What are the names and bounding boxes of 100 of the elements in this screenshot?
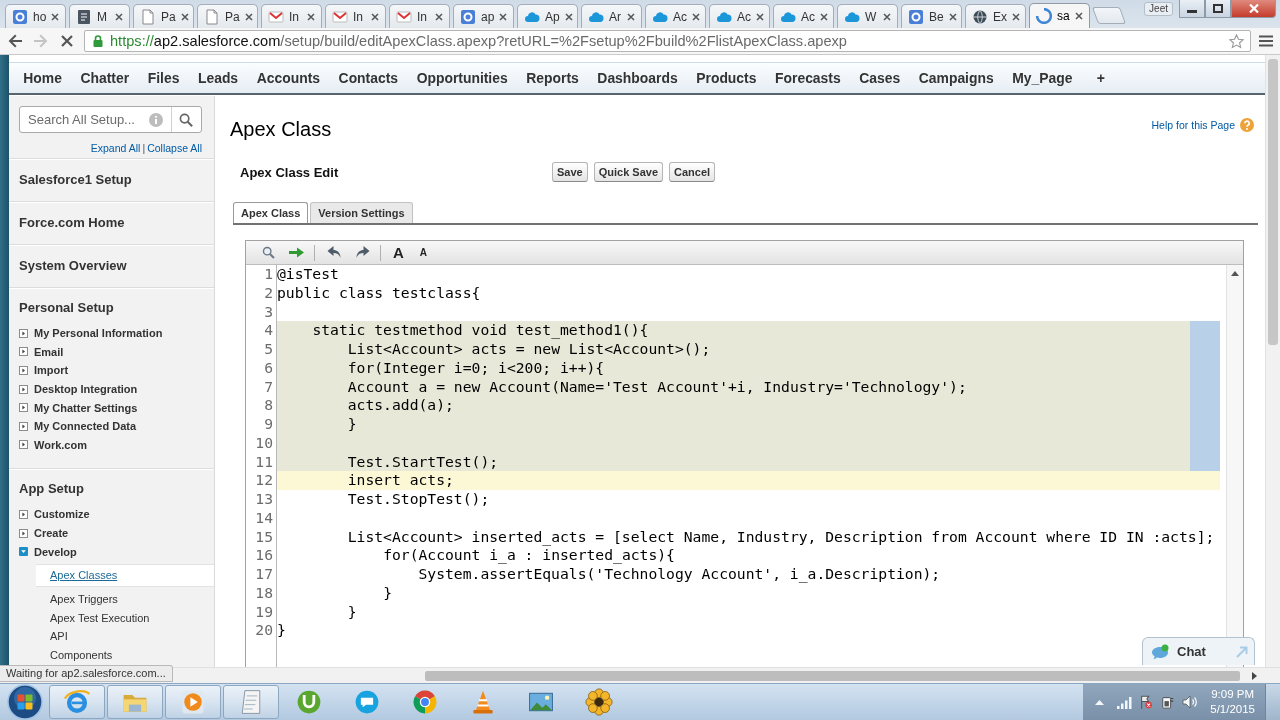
setup-menu-link[interactable]: My Connected Data bbox=[34, 420, 137, 433]
section-heading[interactable]: Force.com Home bbox=[19, 215, 203, 231]
collapse-all-link[interactable]: Collapse All bbox=[147, 142, 202, 154]
nav-tab[interactable]: Forecasts bbox=[765, 67, 850, 89]
chat-button[interactable]: Chat bbox=[1142, 637, 1255, 665]
close-icon[interactable] bbox=[1075, 12, 1083, 20]
close-icon[interactable] bbox=[499, 12, 508, 21]
maximize-button[interactable] bbox=[1205, 0, 1231, 18]
section-heading[interactable]: System Overview bbox=[19, 258, 203, 274]
nav-tab[interactable]: Reports bbox=[517, 67, 589, 89]
help-link[interactable]: Help for this Page bbox=[1151, 119, 1235, 131]
expand-arrow-icon[interactable] bbox=[19, 403, 28, 413]
expand-arrow-icon[interactable] bbox=[19, 528, 28, 538]
redo-icon[interactable] bbox=[355, 246, 370, 259]
close-icon[interactable] bbox=[1012, 12, 1020, 21]
browser-tab[interactable]: sa bbox=[1029, 3, 1090, 28]
close-icon[interactable] bbox=[371, 12, 379, 21]
close-icon[interactable] bbox=[883, 12, 891, 21]
tab[interactable]: Apex Class bbox=[233, 202, 309, 223]
nav-tab[interactable]: Files bbox=[138, 67, 189, 89]
add-tab-button[interactable]: + bbox=[1088, 67, 1113, 89]
star-icon[interactable] bbox=[1229, 33, 1244, 49]
scrollbar-thumb[interactable] bbox=[1268, 59, 1278, 345]
expand-arrow-icon[interactable] bbox=[19, 509, 28, 519]
close-icon[interactable] bbox=[820, 12, 828, 21]
speaker-icon[interactable] bbox=[1182, 695, 1199, 709]
close-icon[interactable] bbox=[180, 12, 189, 21]
collapse-arrow-icon[interactable] bbox=[19, 547, 28, 557]
scrollbar-thumb[interactable] bbox=[425, 670, 1240, 681]
search-icon[interactable] bbox=[179, 112, 193, 127]
browser-tab[interactable]: M bbox=[69, 4, 130, 28]
browser-tab[interactable]: Be bbox=[901, 4, 962, 28]
section-heading[interactable]: App Setup bbox=[19, 481, 203, 498]
nav-tab[interactable]: Cases bbox=[849, 67, 910, 89]
close-icon[interactable] bbox=[435, 12, 443, 21]
browser-tab[interactable]: Pa bbox=[197, 4, 258, 28]
expand-arrow-icon[interactable] bbox=[19, 366, 28, 375]
search-icon[interactable] bbox=[261, 246, 276, 259]
close-icon[interactable] bbox=[692, 12, 700, 21]
expand-arrow-icon[interactable] bbox=[19, 440, 28, 450]
close-icon[interactable] bbox=[756, 12, 764, 21]
expand-arrow-icon[interactable] bbox=[19, 384, 28, 394]
profile-badge[interactable]: Jeet bbox=[1144, 2, 1173, 16]
right-arrow-icon[interactable] bbox=[289, 246, 304, 259]
setup-menu-link[interactable]: Desktop Integration bbox=[34, 383, 138, 396]
address-field[interactable]: https://ap2.salesforce.com/setup/build/editApexClass.apexp?retURL=%2Fsetup%2Fbuild%2FlistApexClass.apexp bbox=[84, 30, 1251, 52]
section-heading[interactable]: Salesforce1 Setup bbox=[19, 172, 203, 188]
nav-tab[interactable]: Opportunities bbox=[407, 67, 517, 89]
close-icon[interactable] bbox=[307, 12, 315, 21]
signal-bars-icon[interactable] bbox=[1116, 695, 1133, 709]
browser-tab[interactable]: Ac bbox=[709, 4, 770, 28]
nav-tab[interactable]: Contacts bbox=[329, 67, 408, 89]
setup-menu-link[interactable]: Email bbox=[34, 345, 64, 358]
nav-tab[interactable]: Products bbox=[686, 67, 766, 89]
setup-menu-link[interactable]: Work.com bbox=[34, 438, 87, 451]
close-icon[interactable] bbox=[627, 12, 635, 21]
editor-scrollbar[interactable] bbox=[1226, 265, 1243, 667]
search-field[interactable]: Search All Setup... bbox=[20, 112, 149, 127]
close-icon[interactable] bbox=[51, 12, 60, 21]
tab[interactable]: Version Settings bbox=[310, 202, 413, 223]
scroll-right-arrow-icon[interactable] bbox=[1252, 671, 1257, 680]
caret-up-icon[interactable] bbox=[1095, 699, 1105, 705]
nav-tab[interactable]: Dashboards bbox=[588, 67, 687, 89]
expand-arrow-icon[interactable] bbox=[19, 328, 28, 338]
menu-icon[interactable] bbox=[1259, 35, 1273, 47]
setup-submenu-item[interactable]: Apex Triggers bbox=[36, 589, 214, 609]
undo-icon[interactable] bbox=[327, 246, 342, 259]
close-icon[interactable] bbox=[244, 12, 253, 21]
expand-arrow-icon[interactable] bbox=[19, 347, 28, 357]
page-scrollbar[interactable] bbox=[1265, 55, 1280, 667]
font-size-button[interactable]: A bbox=[419, 247, 428, 258]
setup-menu-link[interactable]: My Personal Information bbox=[34, 327, 163, 340]
search-box[interactable]: Search All Setup... bbox=[19, 106, 202, 133]
nav-tab[interactable]: Accounts bbox=[247, 67, 330, 89]
browser-tab[interactable]: In bbox=[261, 4, 322, 28]
action-button[interactable]: Quick Save bbox=[593, 162, 664, 182]
browser-tab[interactable]: ho bbox=[5, 4, 66, 28]
setup-menu-link[interactable]: Customize bbox=[34, 508, 90, 521]
browser-tab[interactable]: Ac bbox=[773, 4, 834, 28]
browser-tab[interactable]: Ar bbox=[581, 4, 642, 28]
close-icon[interactable] bbox=[948, 12, 957, 21]
browser-tab[interactable]: Ap bbox=[517, 4, 578, 28]
close-icon[interactable] bbox=[564, 12, 573, 21]
browser-tab[interactable]: In bbox=[389, 4, 450, 28]
section-heading[interactable]: Personal Setup bbox=[19, 300, 203, 316]
action-button[interactable]: Save bbox=[552, 162, 588, 182]
setup-submenu-item[interactable]: Apex Test Execution bbox=[36, 608, 214, 628]
show-desktop-button[interactable] bbox=[1265, 684, 1280, 720]
start-orb-icon[interactable] bbox=[7, 684, 43, 720]
nav-tab[interactable]: Home bbox=[14, 67, 72, 89]
nav-tab[interactable]: Chatter bbox=[71, 67, 139, 89]
browser-tab[interactable]: ap bbox=[453, 4, 514, 28]
close-window-button[interactable] bbox=[1231, 0, 1276, 18]
flag-alert-icon[interactable] bbox=[1138, 695, 1155, 709]
setup-menu-link[interactable]: Import bbox=[34, 364, 69, 377]
setup-submenu-item[interactable]: API bbox=[36, 627, 214, 646]
nav-tab[interactable]: My_Page bbox=[1002, 67, 1082, 89]
font-size-button[interactable]: A bbox=[393, 244, 404, 261]
nav-tab[interactable]: Leads bbox=[188, 67, 248, 89]
setup-menu-link[interactable]: My Chatter Settings bbox=[34, 401, 138, 414]
